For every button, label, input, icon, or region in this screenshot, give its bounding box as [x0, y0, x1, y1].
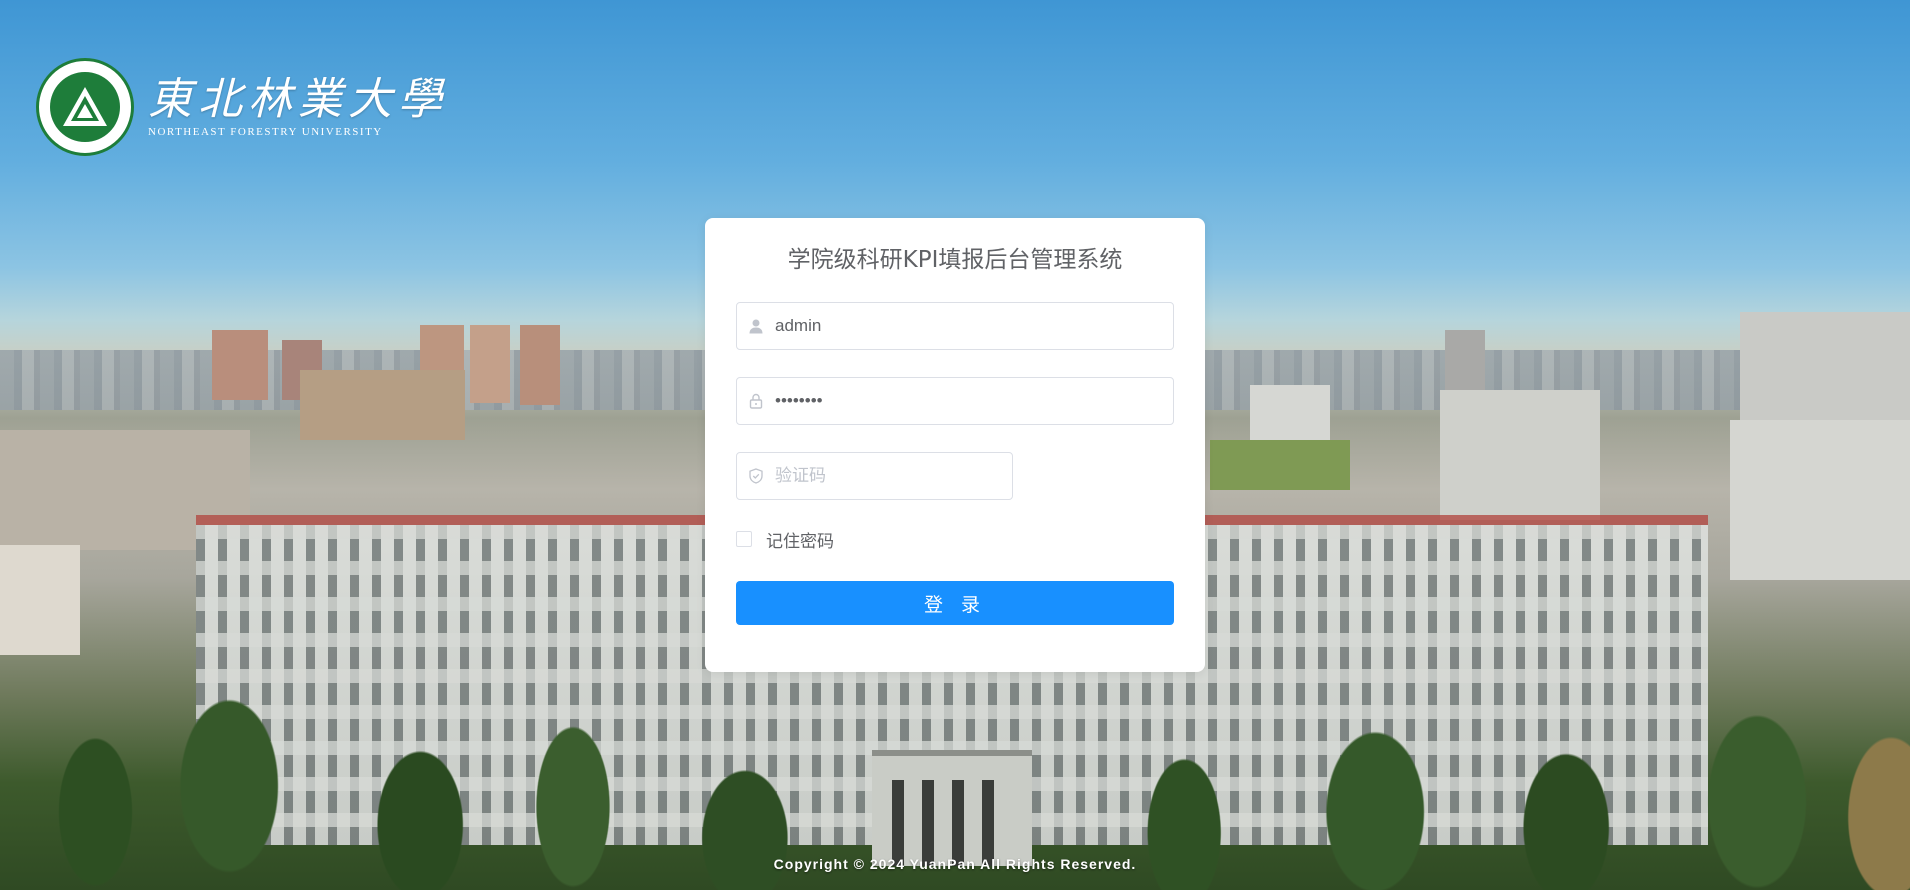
- tower-building: [1740, 312, 1910, 422]
- username-field[interactable]: [736, 302, 1174, 350]
- login-button[interactable]: 登 录: [736, 581, 1174, 625]
- tower-building: [470, 325, 510, 403]
- password-input[interactable]: [775, 379, 1173, 423]
- password-field[interactable]: [736, 377, 1174, 425]
- username-input[interactable]: [775, 304, 1173, 348]
- copyright-footer: Copyright © 2024 YuanPan All Rights Rese…: [773, 856, 1137, 872]
- captcha-input[interactable]: [775, 454, 1012, 498]
- captcha-field[interactable]: [736, 452, 1013, 500]
- campus-building: [1730, 420, 1910, 580]
- logo-english-name: NORTHEAST FORESTRY UNIVERSITY: [148, 126, 383, 138]
- university-logo: 東北林業大學 NORTHEAST FORESTRY UNIVERSITY: [36, 58, 448, 156]
- tower-building: [520, 325, 560, 405]
- login-page: 東北林業大學 NORTHEAST FORESTRY UNIVERSITY 学院级…: [0, 0, 1910, 890]
- page-title: 学院级科研KPI填报后台管理系统: [787, 247, 1123, 273]
- login-card: 学院级科研KPI填报后台管理系统 admin 验证码 记住密码 登 录: [705, 218, 1205, 672]
- remember-password[interactable]: 记住密码: [736, 527, 1174, 552]
- tree-grove: [1210, 440, 1350, 490]
- logo-chinese-name: 東北林業大學: [148, 74, 448, 125]
- remember-label[interactable]: 记住密码: [766, 527, 834, 552]
- user-icon: [737, 318, 775, 334]
- campus-building: [1440, 390, 1600, 520]
- campus-building: [300, 370, 465, 440]
- remember-checkbox[interactable]: [736, 531, 752, 547]
- lock-icon: [737, 393, 775, 409]
- tower-building: [212, 330, 268, 400]
- nefu-emblem-icon: [36, 58, 134, 156]
- shield-check-icon: [737, 468, 775, 484]
